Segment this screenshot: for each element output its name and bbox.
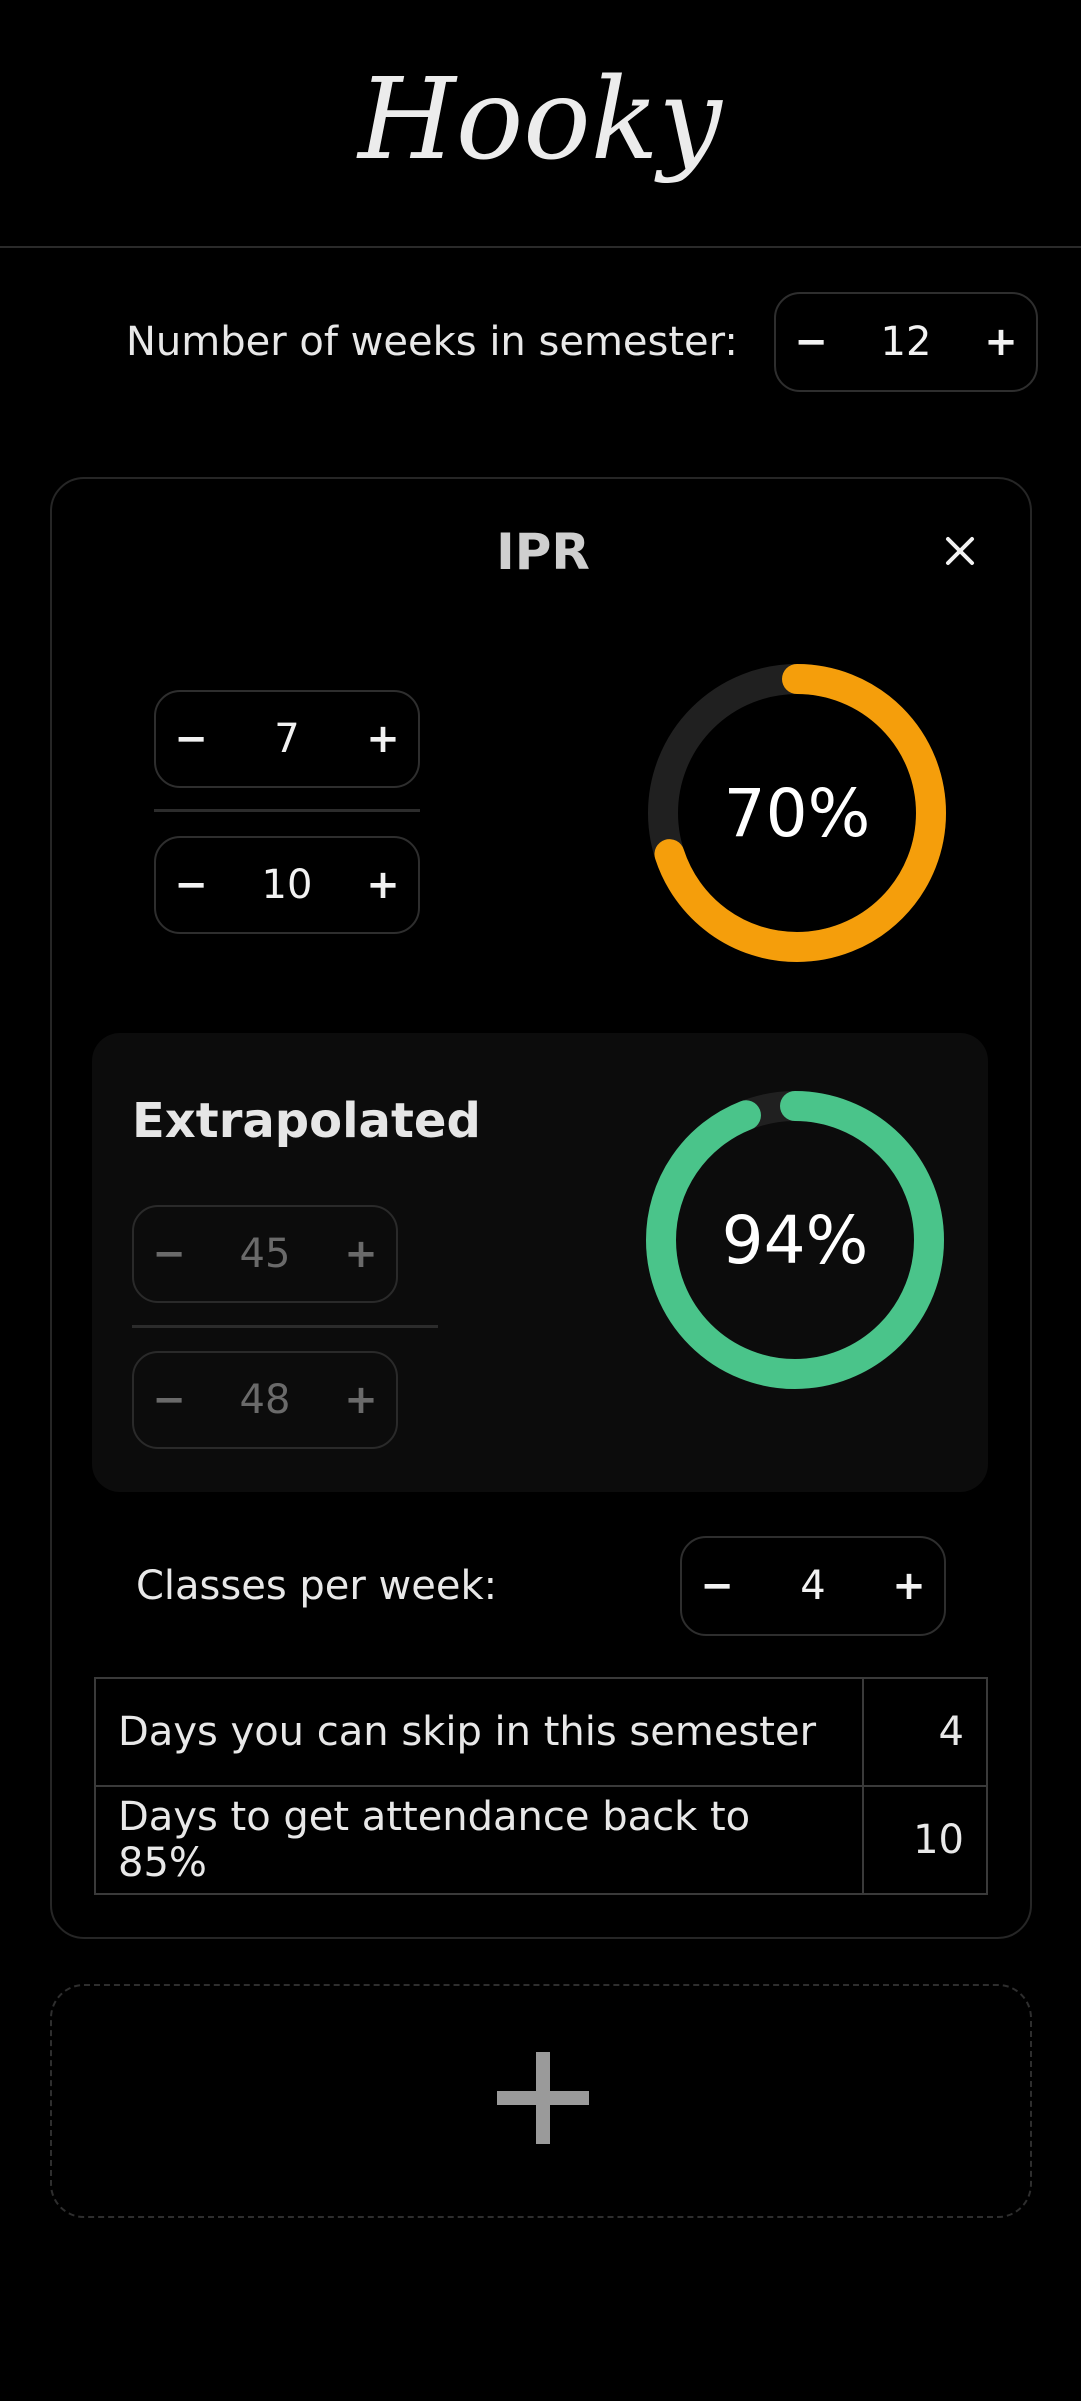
- extrapolated-attended-value: 45: [239, 1231, 291, 1277]
- semester-weeks-row: Number of weeks in semester: − 12 +: [0, 292, 1081, 392]
- attended-stepper: − 7 +: [154, 690, 420, 788]
- app-title: Hooky: [356, 55, 723, 185]
- extrapolated-panel: Extrapolated − 45 + − 48 + 94%: [92, 1033, 988, 1492]
- increment-button[interactable]: +: [348, 838, 418, 932]
- increment-button[interactable]: +: [326, 1207, 396, 1301]
- decrement-button[interactable]: −: [134, 1207, 204, 1301]
- plus-icon: [497, 2052, 589, 2144]
- increment-button[interactable]: +: [326, 1353, 396, 1447]
- decrement-button[interactable]: −: [156, 692, 226, 786]
- fraction-divider: [132, 1325, 438, 1328]
- fraction-divider: [154, 809, 420, 812]
- classes-per-week-stepper: − 4 +: [680, 1536, 946, 1636]
- add-subject-button[interactable]: [50, 1984, 1032, 2218]
- app-header: Hooky: [0, 0, 1081, 248]
- stat-value: 4: [862, 1677, 988, 1787]
- stats-table: Days you can skip in this semester 4 Day…: [94, 1677, 988, 1895]
- increment-button[interactable]: +: [348, 692, 418, 786]
- decrement-button[interactable]: −: [776, 294, 846, 390]
- stat-label: Days you can skip in this semester: [94, 1677, 864, 1787]
- increment-button[interactable]: +: [874, 1538, 944, 1634]
- decrement-button[interactable]: −: [156, 838, 226, 932]
- semester-weeks-stepper: − 12 +: [774, 292, 1038, 392]
- total-stepper: − 10 +: [154, 836, 420, 934]
- extrapolated-attended-stepper: − 45 +: [132, 1205, 398, 1303]
- attended-value: 7: [274, 716, 300, 762]
- semester-weeks-label: Number of weeks in semester:: [126, 319, 738, 365]
- extrapolated-percent: 94%: [721, 1201, 869, 1279]
- extrapolated-total-stepper: − 48 +: [132, 1351, 398, 1449]
- subject-name: IPR: [496, 523, 590, 581]
- extrapolated-ring: 94%: [644, 1089, 946, 1391]
- stepper-value: 12: [880, 319, 932, 365]
- attendance-percent: 70%: [723, 774, 871, 852]
- decrement-button[interactable]: −: [682, 1538, 752, 1634]
- attendance-ring: 70%: [646, 662, 948, 964]
- app-logo: Hooky: [356, 55, 723, 185]
- table-row: Days to get attendance back to 85% 10: [94, 1785, 988, 1895]
- extrapolated-title: Extrapolated: [132, 1093, 481, 1149]
- total-value: 10: [261, 862, 313, 908]
- increment-button[interactable]: +: [966, 294, 1036, 390]
- stat-value: 10: [862, 1785, 988, 1895]
- stat-label: Days to get attendance back to 85%: [94, 1785, 864, 1895]
- table-row: Days you can skip in this semester 4: [94, 1677, 988, 1787]
- decrement-button[interactable]: −: [134, 1353, 204, 1447]
- close-icon[interactable]: [940, 531, 980, 571]
- classes-per-week-value: 4: [800, 1563, 826, 1609]
- extrapolated-total-value: 48: [239, 1377, 291, 1423]
- classes-per-week-label: Classes per week:: [136, 1563, 498, 1609]
